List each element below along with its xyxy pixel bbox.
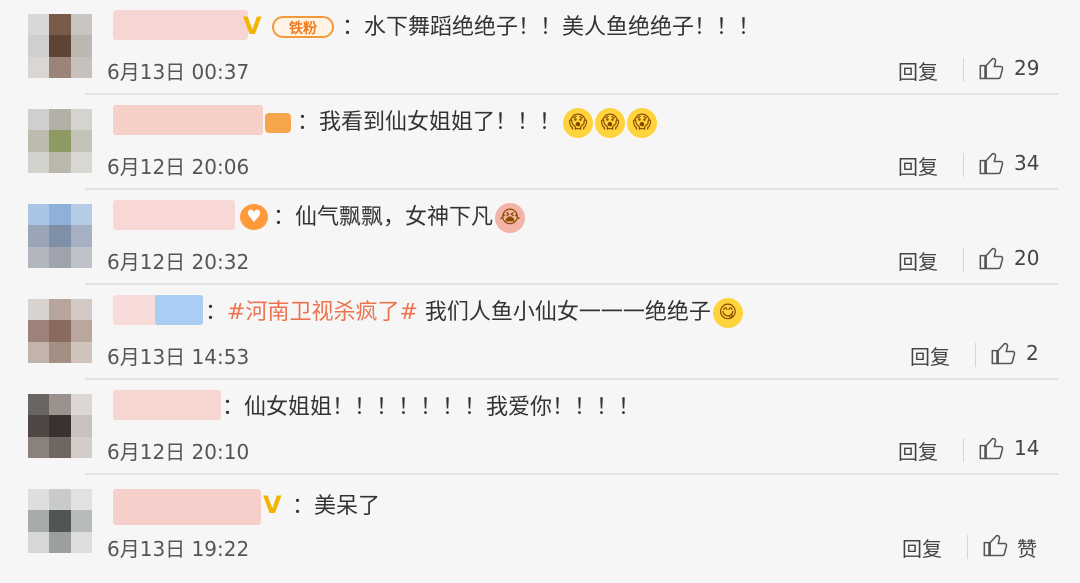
reply-button[interactable]: 回复 (898, 436, 938, 465)
like-count[interactable]: 20 (1014, 246, 1039, 270)
reply-button[interactable]: 回复 (898, 56, 938, 85)
fan-badge: 铁粉 (272, 16, 334, 38)
thumbs-up-icon[interactable] (978, 244, 1006, 272)
divider (963, 438, 964, 462)
comment-text: ：我看到仙女姐姐了！！！ 😱 😱 😱 (297, 108, 658, 138)
reply-button[interactable]: 回复 (910, 341, 950, 370)
like-count[interactable]: 2 (1026, 341, 1039, 365)
comment-time: 6月13日 19:22 (107, 537, 250, 561)
shocked-emoji-icon: 😱 (627, 108, 658, 138)
username-extra (155, 295, 203, 325)
like-count[interactable]: 29 (1014, 56, 1039, 80)
avatar[interactable] (28, 14, 92, 78)
topic-link[interactable]: #河南卫视杀疯了# (227, 300, 418, 325)
heart-badge-icon: ♥ (240, 204, 268, 230)
username[interactable] (113, 10, 248, 40)
username[interactable] (113, 105, 263, 135)
verified-v-icon: V (243, 12, 262, 40)
verified-v-icon: V (263, 491, 282, 519)
avatar[interactable] (28, 204, 92, 268)
drooling-emoji-icon: 😋 (712, 298, 743, 328)
crying-emoji-icon: 😭 (495, 203, 526, 233)
comment-time: 6月12日 20:06 (107, 155, 250, 179)
comment-text: ：仙气飘飘，女神下凡 😭 (273, 203, 526, 233)
divider (967, 535, 968, 559)
reply-button[interactable]: 回复 (898, 246, 938, 275)
thumbs-up-icon[interactable] (982, 531, 1010, 559)
avatar[interactable] (28, 394, 92, 458)
thumbs-up-icon[interactable] (978, 434, 1006, 462)
username[interactable] (113, 489, 261, 525)
like-count[interactable]: 14 (1014, 436, 1039, 460)
comment-item: V ：美呆了 6月13日 19:22 回复 赞 (0, 475, 1080, 583)
like-button-label[interactable]: 赞 (1017, 533, 1037, 562)
like-count[interactable]: 34 (1014, 151, 1039, 175)
thumbs-up-icon[interactable] (990, 339, 1018, 367)
shocked-emoji-icon: 😱 (563, 108, 594, 138)
thumbs-up-icon[interactable] (978, 54, 1006, 82)
thumbs-up-icon[interactable] (978, 149, 1006, 177)
avatar[interactable] (28, 299, 92, 363)
comment-time: 6月12日 20:10 (107, 440, 250, 464)
comment-text: ：#河南卫视杀疯了# 我们人鱼小仙女一一一绝绝子 😋 (205, 298, 743, 328)
username[interactable] (113, 200, 235, 230)
reply-button[interactable]: 回复 (902, 533, 942, 562)
username[interactable] (113, 390, 221, 420)
comment-text: ：仙女姐姐！！！！！！！我爱你！！！！ (222, 395, 641, 420)
divider (963, 58, 964, 82)
comment-time: 6月13日 14:53 (107, 345, 250, 369)
avatar[interactable] (28, 489, 92, 553)
comment-item: ：仙女姐姐！！！！！！！我爱你！！！！ 6月12日 20:10 回复 14 (0, 380, 1080, 475)
shocked-emoji-icon: 😱 (595, 108, 626, 138)
comment-time: 6月12日 20:32 (107, 250, 250, 274)
comment-text: ：水下舞蹈绝绝子！！美人鱼绝绝子！！！ (342, 15, 761, 40)
comment-list: V 铁粉 ：水下舞蹈绝绝子！！美人鱼绝绝子！！！ 6月13日 00:37 回复 … (0, 0, 1080, 583)
avatar[interactable] (28, 109, 92, 173)
comment-item: ：#河南卫视杀疯了# 我们人鱼小仙女一一一绝绝子 😋 6月13日 14:53 回复… (0, 285, 1080, 380)
comment-text: ：美呆了 (292, 494, 381, 519)
comment-item: ：我看到仙女姐姐了！！！ 😱 😱 😱 6月12日 20:06 回复 34 (0, 95, 1080, 190)
level-badge (265, 113, 291, 133)
comment-item: V 铁粉 ：水下舞蹈绝绝子！！美人鱼绝绝子！！！ 6月13日 00:37 回复 … (0, 0, 1080, 95)
comment-item: ♥ ：仙气飘飘，女神下凡 😭 6月12日 20:32 回复 20 (0, 190, 1080, 285)
comment-time: 6月13日 00:37 (107, 60, 250, 84)
divider (975, 343, 976, 367)
divider (963, 248, 964, 272)
divider (963, 153, 964, 177)
reply-button[interactable]: 回复 (898, 151, 938, 180)
